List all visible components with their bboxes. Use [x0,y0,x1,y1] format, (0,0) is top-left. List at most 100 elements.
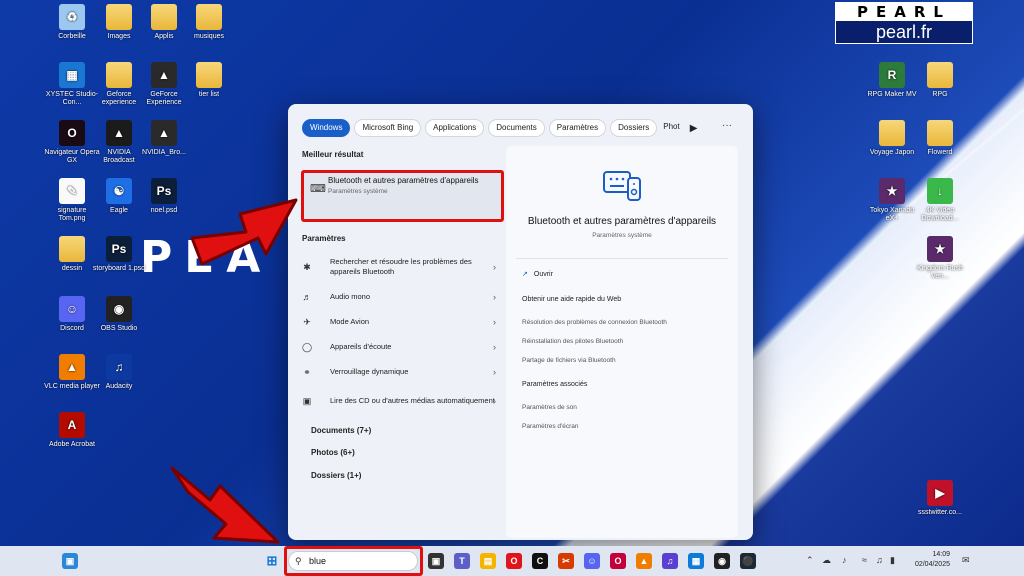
device-settings-icon [603,171,641,201]
left-desktop-icon[interactable]: ◉ OBS Studio [91,296,147,333]
opera-gx-icon: O [59,120,85,146]
volume-icon[interactable]: ♫ [876,555,883,565]
filter-chip-photos[interactable]: Phot [661,119,681,137]
obs-icon[interactable]: ◉ [714,553,730,569]
open-action[interactable]: ↗ Ouvrir [522,270,553,278]
setting-audio-mono[interactable]: ♬ Audio mono › [302,286,504,308]
best-result-heading: Meilleur résultat [302,150,364,159]
web-link[interactable]: Résolution des problèmes de connexion Bl… [522,319,667,326]
setting-airplane-mode[interactable]: ✈ Mode Avion › [302,311,504,333]
photoshop-icon: Ps [106,236,132,262]
related-link[interactable]: Paramètres d'écran [522,423,579,430]
snipping-icon[interactable]: ✂ [558,553,574,569]
obs-icon: ◉ [106,296,132,322]
right-desktop-icon[interactable]: ▶ ssstwitter.co... [912,480,968,517]
app-grid-icon: ▦ [59,62,85,88]
setting-bluetooth-troubleshoot[interactable]: ✱ Rechercher et résoudre les problèmes d… [302,252,504,282]
chevron-right-icon: › [493,396,496,406]
setting-label: Audio mono [330,292,371,301]
chevron-up-icon[interactable]: ⌃ [806,555,814,566]
filter-chip-documents[interactable]: Documents [488,119,545,137]
category-photos[interactable]: Photos (6+) [311,448,355,457]
opera-gx-icon[interactable]: O [610,553,626,569]
microphone-icon[interactable]: ♪ [842,555,847,565]
filter-chip-bing[interactable]: Microsoft Bing [354,119,422,137]
teams-icon[interactable]: T [454,553,470,569]
play-icon[interactable]: ▶ [690,123,698,134]
right-desktop-icon[interactable]: RPG [912,62,968,99]
opera-icon[interactable]: O [506,553,522,569]
left-desktop-icon[interactable]: Ps storyboard 1.psd [91,236,147,273]
setting-dynamic-lock[interactable]: ⚭ Verrouillage dynamique › [302,361,504,383]
right-desktop-icon[interactable]: Flowerd [912,120,968,157]
photos-icon[interactable]: ▦ [688,553,704,569]
file-explorer-icon[interactable]: ▤ [480,553,496,569]
pearl-logo-top: PEARL [836,3,972,21]
chevron-right-icon: › [493,292,496,302]
vlc-icon[interactable]: ▲ [636,553,652,569]
right-desktop-icon[interactable]: ★ Kingdom Rush Ven... [912,236,968,281]
red-arrow-icon [170,466,280,544]
setting-label: Rechercher et résoudre les problèmes des… [330,257,472,276]
folder-icon [927,62,953,88]
filter-chip-folders[interactable]: Dossiers [610,119,658,137]
speaker-icon: ♬ [302,292,312,302]
capcut-icon[interactable]: C [532,553,548,569]
filter-chip-applications[interactable]: Applications [425,119,485,137]
wifi-icon[interactable]: ≈ [862,555,867,565]
game-icon: ★ [879,178,905,204]
desktop-icon-label: Adobe Acrobat [49,441,95,448]
start-icon[interactable]: ⊞ [264,553,280,569]
battery-icon[interactable]: ▮ [890,555,895,566]
filter-chip-windows[interactable]: Windows [302,119,351,137]
web-link[interactable]: Réinstallation des pilotes Bluetooth [522,338,623,345]
web-help-heading: Obtenir une aide rapide du Web [522,296,622,303]
setting-hearing-devices[interactable]: ◯ Appareils d'écoute › [302,336,504,358]
related-settings-heading: Paramètres associés [522,381,588,388]
folder-icon [927,120,953,146]
desktop-icon-label: OBS Studio [100,325,138,332]
setting-autoplay[interactable]: ▣ Lire des CD ou d'autres médias automat… [302,386,504,416]
category-folders[interactable]: Dossiers (1+) [311,471,361,480]
folder-icon [879,120,905,146]
left-desktop-icon[interactable]: ▲ NVIDIA_Bro... [136,120,192,157]
setting-label: Verrouillage dynamique [330,367,409,376]
red-arrow-icon [190,198,298,266]
folder-icon [106,62,132,88]
discord-icon[interactable]: ☺ [584,553,600,569]
chevron-right-icon: › [493,317,496,327]
task-view-icon[interactable]: ▣ [428,553,444,569]
nvidia-icon: ▲ [151,62,177,88]
desktop-icon-label: noel.psd [150,207,178,214]
left-desktop-icon[interactable]: tier list [181,62,237,99]
clock[interactable]: 14:09 02/04/2025 [900,550,950,570]
category-documents[interactable]: Documents (7+) [311,426,371,435]
right-desktop-icon[interactable]: ↓ 4K Video Download... [912,178,968,223]
cloud-icon[interactable]: ☁ [822,555,831,566]
desktop-icon-label: 4K Video Download... [921,207,959,222]
folder-icon [151,4,177,30]
desktop-icon-label: Audacity [105,383,133,390]
headset-icon[interactable]: ♫ [662,553,678,569]
web-link[interactable]: Partage de fichiers via Bluetooth [522,357,616,364]
bluetooth-icon: ✱ [303,261,311,272]
related-link[interactable]: Paramètres de son [522,404,577,411]
desktop: PEA ♻CorbeilleImagesApplismusiques▦XYSTE… [0,0,1024,546]
left-desktop-icon[interactable]: musiques [181,4,237,41]
left-desktop-icon[interactable]: Ps noel.psd [136,178,192,215]
notification-icon[interactable]: ✉ [962,555,970,566]
settings-heading: Paramètres [302,234,346,243]
folder-icon [59,236,85,262]
left-desktop-icon[interactable]: A Adobe Acrobat [44,412,100,449]
steam-icon[interactable]: ⚫ [740,553,756,569]
desktop-icon-label: NVIDIA_Bro... [142,149,186,156]
filter-chip-settings[interactable]: Paramètres [548,119,607,137]
left-desktop-icon[interactable]: ♫ Audacity [91,354,147,391]
lock-icon: ⚭ [303,366,311,377]
widgets-icon[interactable]: ▣ [62,553,78,569]
folder-icon [196,62,222,88]
more-options-button[interactable]: ··· [722,120,732,131]
desktop-icon-label: Kingdom Rush Ven... [917,265,963,280]
filter-bar: Windows Microsoft Bing Applications Docu… [302,118,697,138]
highlight-box-best-result [301,170,504,222]
